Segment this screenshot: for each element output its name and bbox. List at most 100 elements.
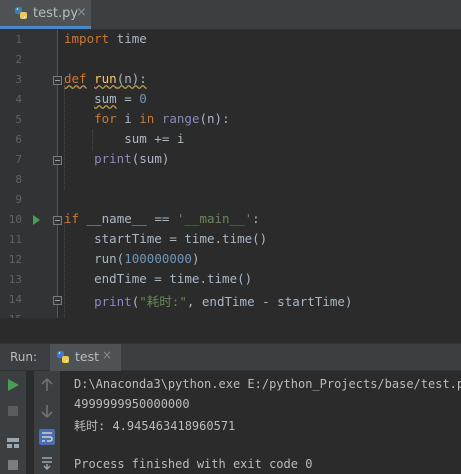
code-line[interactable]: 1 import time [0,30,461,50]
code-text: endTime = time.time() [64,271,252,286]
code-token: (n): [116,71,147,86]
code-token: 0 [139,91,147,106]
scroll-down-icon[interactable] [39,403,55,419]
code-line[interactable]: 11 startTime = time.time() [0,230,461,250]
code-line[interactable]: 12 run(100000000) [0,250,461,270]
code-token: sum += i [64,131,185,146]
line-number: 11 [8,233,22,246]
line-number: 3 [15,73,22,86]
restore-layout-icon[interactable] [5,435,21,451]
editor-tab-label: test.py [33,6,79,21]
code-editor[interactable]: 1 import time 2 3 def run(n): 4 sum = 05 for … [0,30,461,326]
indent-guide [92,130,94,150]
python-file-icon [15,7,27,19]
run-label: Run: [10,350,38,364]
line-number: 5 [15,113,22,126]
code-token: for [94,111,117,126]
line-number: 4 [15,93,22,106]
code-token: '__main__' [176,211,253,226]
code-token: i [116,111,140,126]
run-tab-test[interactable]: test × [50,344,121,371]
fold-toggle-icon[interactable] [53,156,62,165]
run-toolbar-left [0,371,26,474]
panel-splitter[interactable] [0,318,461,343]
code-token: (sum) [131,151,170,166]
code-token: run [94,71,117,86]
code-text: def run(n): [64,71,147,86]
line-number: 7 [15,153,22,166]
code-line[interactable]: 3 def run(n): [0,70,461,90]
code-line[interactable]: 7 print(sum) [0,150,461,170]
code-token: = [116,91,140,106]
code-token: in [139,111,155,126]
code-text: if __name__ == '__main__': [64,211,260,226]
code-token: print [94,151,132,166]
code-text: startTime = time.time() [64,231,267,246]
console-output[interactable]: D:\Anaconda3\python.exe E:/python_Projec… [74,371,461,474]
code-line[interactable]: 13 endTime = time.time() [0,270,461,290]
line-number: 13 [8,273,22,286]
code-line[interactable]: 2 [0,50,461,70]
line-number: 12 [8,253,22,266]
code-token: if [64,211,80,226]
run-gutter-icon[interactable] [33,215,40,225]
code-text: print(sum) [64,151,169,166]
run-panel: D:\Anaconda3\python.exe E:/python_Projec… [0,371,461,474]
console-line: 4999999950000000 [74,397,190,411]
rerun-icon[interactable] [5,377,21,393]
run-tab-label: test [75,349,100,364]
code-line[interactable]: 4 sum = 0 [0,90,461,110]
code-token: range [161,111,200,126]
code-text: for i in range(n): [64,111,230,126]
code-line[interactable]: 5 for i in range(n): [0,110,461,130]
pin-tab-icon[interactable] [5,457,21,473]
code-token: ) [191,251,200,266]
code-token: import [64,31,110,46]
code-token: "耗时:" [139,294,187,309]
stop-icon[interactable] [5,403,21,419]
line-number: 10 [8,213,22,226]
code-token: def [64,71,87,86]
fold-toggle-icon[interactable] [53,76,62,85]
code-token: 100000000 [124,251,192,266]
code-text: sum = 0 [64,91,147,106]
line-number: 2 [15,53,22,66]
console-line: D:\Anaconda3\python.exe E:/python_Projec… [74,377,461,391]
editor-tab-bar: test.py × [0,0,461,30]
run-toolbar-right [34,371,60,474]
code-token: __name__ == [79,211,177,226]
code-token: sum [94,91,117,106]
code-token: : [252,211,260,226]
soft-wrap-icon[interactable] [39,429,55,445]
close-run-tab-icon[interactable]: × [102,348,112,362]
indent-guide [64,222,66,318]
code-line[interactable]: 10 if __name__ == '__main__': [0,210,461,230]
close-tab-icon[interactable]: × [76,5,87,20]
fold-toggle-icon[interactable] [53,216,62,225]
code-line[interactable]: 8 [0,170,461,190]
line-number: 14 [8,293,22,306]
code-text: run(100000000) [64,251,199,266]
line-number: 8 [15,173,22,186]
code-token: , endTime - startTime) [186,294,353,309]
fold-toggle-icon[interactable] [53,296,62,305]
code-token: run( [64,251,125,266]
scroll-up-icon[interactable] [39,377,55,393]
code-line[interactable]: 14 print("耗时:", endTime - startTime) [0,290,461,310]
code-line[interactable]: 9 [0,190,461,210]
code-line[interactable]: 6 sum += i [0,130,461,150]
code-token: endTime = time.time() [64,271,253,286]
python-run-config-icon [57,351,69,363]
editor-tab-test-py[interactable]: test.py × [0,0,91,29]
code-text: print("耗时:", endTime - startTime) [64,291,352,310]
code-text: sum += i [64,131,184,146]
code-token: print [94,294,132,309]
code-token: startTime = time.time() [64,231,268,246]
indent-guide [64,82,66,190]
line-number: 9 [15,193,22,206]
scroll-to-end-icon[interactable] [39,455,55,471]
